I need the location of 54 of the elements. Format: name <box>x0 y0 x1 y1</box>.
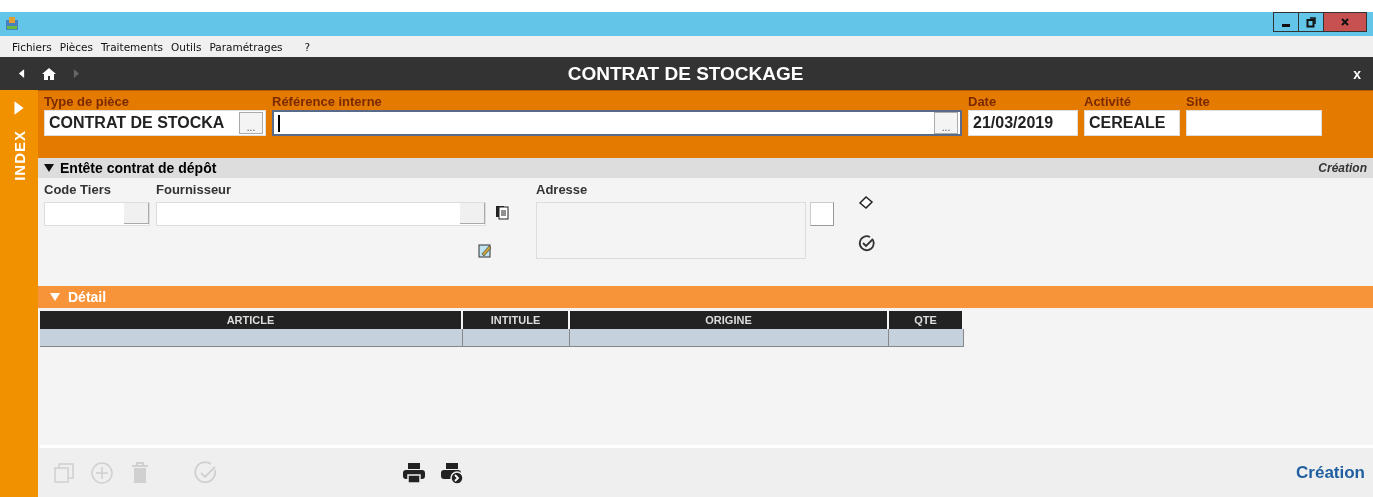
status-label: Création <box>1296 462 1365 483</box>
close-button[interactable]: x <box>1351 65 1363 82</box>
menu-item[interactable]: Fichiers <box>12 40 52 53</box>
back-arrow-icon[interactable] <box>18 68 25 79</box>
field-label: Adresse <box>536 182 589 198</box>
home-icon[interactable] <box>41 66 57 81</box>
edit-document-icon[interactable] <box>477 242 493 258</box>
field-label: Fournisseur <box>156 182 233 198</box>
menu-item[interactable]: ? <box>304 40 311 53</box>
section-title: Détail <box>68 289 107 305</box>
restore-icon <box>1305 16 1317 28</box>
menu-item[interactable]: Traitements <box>101 40 164 53</box>
input-field[interactable] <box>156 202 486 226</box>
close-button[interactable] <box>1323 12 1367 32</box>
field-label: Site <box>1186 94 1211 110</box>
restore-button[interactable] <box>1298 12 1324 32</box>
section-title: Entête contrat de dépôt <box>60 160 217 176</box>
table-cell[interactable] <box>40 329 463 347</box>
page-title: CONTRAT DE STOCKAGE <box>566 62 805 85</box>
field-label: Date <box>968 94 998 110</box>
field-label: Code Tiers <box>44 182 112 198</box>
expand-arrow-icon[interactable] <box>13 100 25 116</box>
input-field[interactable] <box>44 202 150 226</box>
input-field[interactable]: 21/03/2019 <box>968 110 1078 136</box>
input-field[interactable] <box>1186 110 1322 136</box>
field-label: Référence interne <box>272 94 383 110</box>
menu-item[interactable]: Paramétrages <box>209 40 283 53</box>
address-picker-button[interactable] <box>810 202 834 226</box>
section-header[interactable]: Entête contrat de dépôt Création <box>38 158 1373 178</box>
collapse-arrow-icon[interactable] <box>44 163 54 173</box>
table-cell[interactable] <box>570 329 889 347</box>
documents-icon[interactable] <box>495 204 511 220</box>
input-field[interactable]: CEREALE <box>1084 110 1180 136</box>
table-cell[interactable] <box>463 329 570 347</box>
field-label: Type de pièce <box>44 94 130 110</box>
column-header[interactable]: INTITULE <box>463 311 570 329</box>
column-header[interactable]: QTE <box>889 311 964 329</box>
column-header[interactable]: ORIGINE <box>570 311 889 329</box>
printer-icon[interactable] <box>402 460 426 485</box>
input-field[interactable]: ... <box>272 110 962 136</box>
field-label: Activité <box>1084 94 1132 110</box>
menu-item[interactable]: Outils <box>171 40 202 53</box>
check-circle-icon[interactable] <box>858 234 876 252</box>
input-field[interactable]: CONTRAT DE STOCKA ... <box>44 110 266 136</box>
column-header[interactable]: ARTICLE <box>40 311 463 329</box>
mode-label: Création <box>1318 161 1367 175</box>
print-preview-icon[interactable] <box>440 460 464 485</box>
menu-item[interactable]: Pièces <box>59 40 93 53</box>
eraser-icon[interactable] <box>858 194 874 210</box>
minimize-button[interactable] <box>1273 12 1299 32</box>
table-cell[interactable] <box>889 329 964 347</box>
close-icon <box>1339 16 1351 28</box>
minimize-icon <box>1282 23 1290 27</box>
app-icon <box>4 16 20 32</box>
